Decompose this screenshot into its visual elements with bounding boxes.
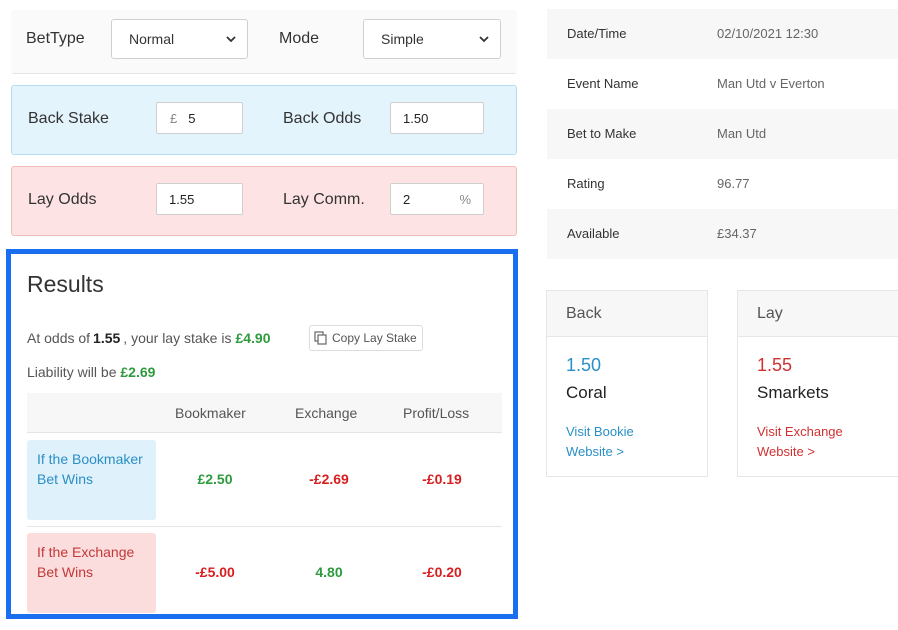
visit-bookie-link[interactable]: Visit Bookie Website > [566, 422, 634, 462]
mode-value: Simple [381, 31, 424, 47]
back-stake-value: 5 [188, 110, 196, 126]
summary-middle: , your lay stake is [123, 330, 232, 346]
lay-comm-input[interactable]: 2 % [390, 183, 484, 215]
col-bookmaker: Bookmaker [175, 405, 246, 421]
results-table-header: Bookmaker Exchange Profit/Loss [27, 393, 502, 433]
chevron-down-icon [226, 36, 236, 43]
results-panel: Results At odds of 1.55 , your lay stake… [6, 249, 518, 619]
lay-odds-input[interactable]: 1.55 [156, 183, 243, 215]
row1-bookmaker: £2.50 [197, 471, 233, 487]
mode-label: Mode [279, 30, 320, 47]
back-card: Back 1.50 Coral Visit Bookie Website > [546, 290, 708, 477]
detail-value: Man Utd v Everton [717, 76, 825, 91]
row1-profit-loss: -£0.19 [422, 471, 462, 487]
visit-bookie-line2: Website > [566, 444, 624, 459]
exchange-wins-label: If the Exchange Bet Wins [27, 533, 156, 613]
back-odds-input[interactable]: 1.50 [390, 102, 484, 134]
liability-summary: Liability will be £2.69 [27, 364, 155, 380]
summary-prefix: At odds of [27, 330, 91, 346]
row1-exchange: -£2.69 [309, 471, 349, 487]
back-odds-label: Back Odds [283, 110, 362, 127]
detail-row: Bet to Make Man Utd [547, 109, 898, 159]
detail-key: Available [567, 226, 620, 241]
detail-value: Man Utd [717, 126, 767, 141]
back-stake-label: Back Stake [28, 110, 109, 127]
row2-bookmaker: -£5.00 [195, 564, 235, 580]
back-card-bookmaker: Coral [566, 383, 607, 402]
visit-exchange-line1: Visit Exchange [757, 424, 843, 439]
lay-stake-value: £4.90 [235, 330, 271, 346]
bet-options-panel: BetType Normal Mode Simple [11, 10, 517, 74]
bet-type-value: Normal [129, 31, 175, 47]
lay-odds-label: Lay Odds [28, 191, 97, 208]
summary-odds: 1.55 [93, 330, 121, 346]
lay-card-header: Lay [738, 291, 898, 337]
lay-comm-label: Lay Comm. [283, 191, 365, 208]
row2-exchange: 4.80 [315, 564, 343, 580]
copy-icon [314, 331, 327, 345]
detail-row: Date/Time 02/10/2021 12:30 [547, 9, 898, 59]
lay-card: Lay 1.55 Smarkets Visit Exchange Website… [737, 290, 898, 477]
detail-key: Rating [567, 176, 605, 191]
liability-prefix: Liability will be [27, 364, 117, 380]
results-title: Results [27, 271, 104, 297]
currency-prefix: £ [170, 110, 178, 126]
col-exchange: Exchange [295, 405, 358, 421]
visit-exchange-line2: Website > [757, 444, 815, 459]
lay-odds-value: 1.55 [169, 191, 195, 207]
lay-card-exchange: Smarkets [757, 383, 829, 402]
detail-value: 02/10/2021 12:30 [717, 26, 819, 41]
bookmaker-wins-label: If the Bookmaker Bet Wins [27, 440, 156, 520]
mode-select[interactable]: Simple [363, 19, 501, 59]
lay-bet-panel: Lay Odds 1.55 Lay Comm. 2 % [11, 166, 517, 236]
detail-row: Event Name Man Utd v Everton [547, 59, 898, 109]
lay-comm-value: 2 [403, 191, 411, 207]
detail-key: Date/Time [567, 26, 627, 41]
percent-suffix: % [459, 191, 471, 207]
back-bet-panel: Back Stake £ 5 Back Odds 1.50 [11, 85, 517, 155]
back-stake-input[interactable]: £ 5 [156, 102, 243, 134]
chevron-down-icon [479, 36, 489, 43]
visit-exchange-link[interactable]: Visit Exchange Website > [757, 422, 843, 462]
detail-key: Event Name [567, 76, 639, 91]
copy-button-label: Copy Lay Stake [332, 331, 417, 345]
col-profit-loss: Profit/Loss [403, 405, 470, 421]
detail-value: £34.37 [717, 226, 757, 241]
bet-type-label: BetType [26, 30, 85, 47]
bet-type-select[interactable]: Normal [111, 19, 248, 59]
detail-key: Bet to Make [567, 126, 637, 141]
detail-row: Available £34.37 [547, 209, 898, 259]
row2-profit-loss: -£0.20 [422, 564, 462, 580]
back-odds-value: 1.50 [403, 110, 429, 126]
back-card-header: Back [547, 291, 707, 337]
liability-value: £2.69 [120, 364, 156, 380]
lay-card-odds: 1.55 [757, 355, 793, 375]
back-card-odds: 1.50 [566, 355, 602, 375]
detail-value: 96.77 [717, 176, 750, 191]
visit-bookie-line1: Visit Bookie [566, 424, 634, 439]
copy-lay-stake-button[interactable]: Copy Lay Stake [309, 325, 423, 351]
row-divider [27, 526, 502, 527]
detail-row: Rating 96.77 [547, 159, 898, 209]
lay-stake-summary: At odds of 1.55 , your lay stake is £4.9… [27, 330, 271, 346]
